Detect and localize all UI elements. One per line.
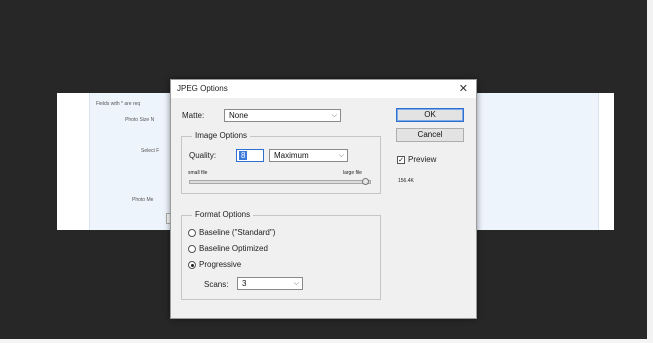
ok-button[interactable]: OK <box>396 108 464 122</box>
preview-checkbox[interactable]: ✓ <box>397 156 405 164</box>
file-size-readout: 156.4K <box>398 178 414 184</box>
format-options-title: Format Options <box>192 210 254 219</box>
slider-max-label: large file <box>343 170 362 176</box>
option-baseline-optimized: Baseline Optimized <box>199 244 268 253</box>
quality-input[interactable]: 8 <box>236 149 264 162</box>
option-progressive: Progressive <box>199 260 242 269</box>
scans-select[interactable]: 3 ⌵ <box>237 277 303 290</box>
quality-slider-thumb[interactable] <box>361 178 369 185</box>
window-edge-bottom <box>0 339 653 343</box>
quality-value: 8 <box>239 151 248 160</box>
image-options-group: Image Options Quality: 8 Maximum ⌵ small… <box>181 131 381 194</box>
cancel-button[interactable]: Cancel <box>396 128 464 142</box>
slider-min-label: small file <box>188 170 208 176</box>
option-baseline-standard: Baseline ("Standard") <box>199 228 276 237</box>
format-options-group: Format Options Baseline ("Standard") Bas… <box>181 210 381 300</box>
jpeg-options-dialog: JPEG Options ✕ Matte: None ⌵ OK Cancel ✓… <box>170 79 477 319</box>
matte-label: Matte: <box>182 111 205 120</box>
dialog-title-bar[interactable]: JPEG Options ✕ <box>171 80 476 98</box>
radio-progressive[interactable] <box>188 261 196 269</box>
form-required-note: Fields with * are req <box>96 101 141 107</box>
matte-select[interactable]: None ⌵ <box>224 109 341 122</box>
quality-slider-track[interactable] <box>189 180 371 184</box>
chevron-down-icon: ⌵ <box>338 152 344 159</box>
chevron-down-icon: ⌵ <box>293 280 299 287</box>
photo-meta-label: Photo Me <box>132 197 154 203</box>
chevron-down-icon: ⌵ <box>331 112 337 119</box>
quality-preset-value: Maximum <box>274 151 309 160</box>
window-edge-right <box>647 0 653 343</box>
quality-preset-select[interactable]: Maximum ⌵ <box>269 149 348 162</box>
matte-value: None <box>229 111 249 120</box>
scans-value: 3 <box>242 279 247 288</box>
quality-label: Quality: <box>189 151 217 160</box>
close-icon[interactable]: ✕ <box>459 82 468 95</box>
select-file-label: Select F <box>141 148 160 154</box>
preview-label: Preview <box>408 155 437 164</box>
photo-size-label: Photo Size N <box>125 117 155 123</box>
image-options-title: Image Options <box>192 131 251 140</box>
dialog-title: JPEG Options <box>177 84 228 93</box>
radio-baseline-optimized[interactable] <box>188 245 196 253</box>
scans-label: Scans: <box>204 280 229 289</box>
radio-baseline-standard[interactable] <box>188 229 196 237</box>
